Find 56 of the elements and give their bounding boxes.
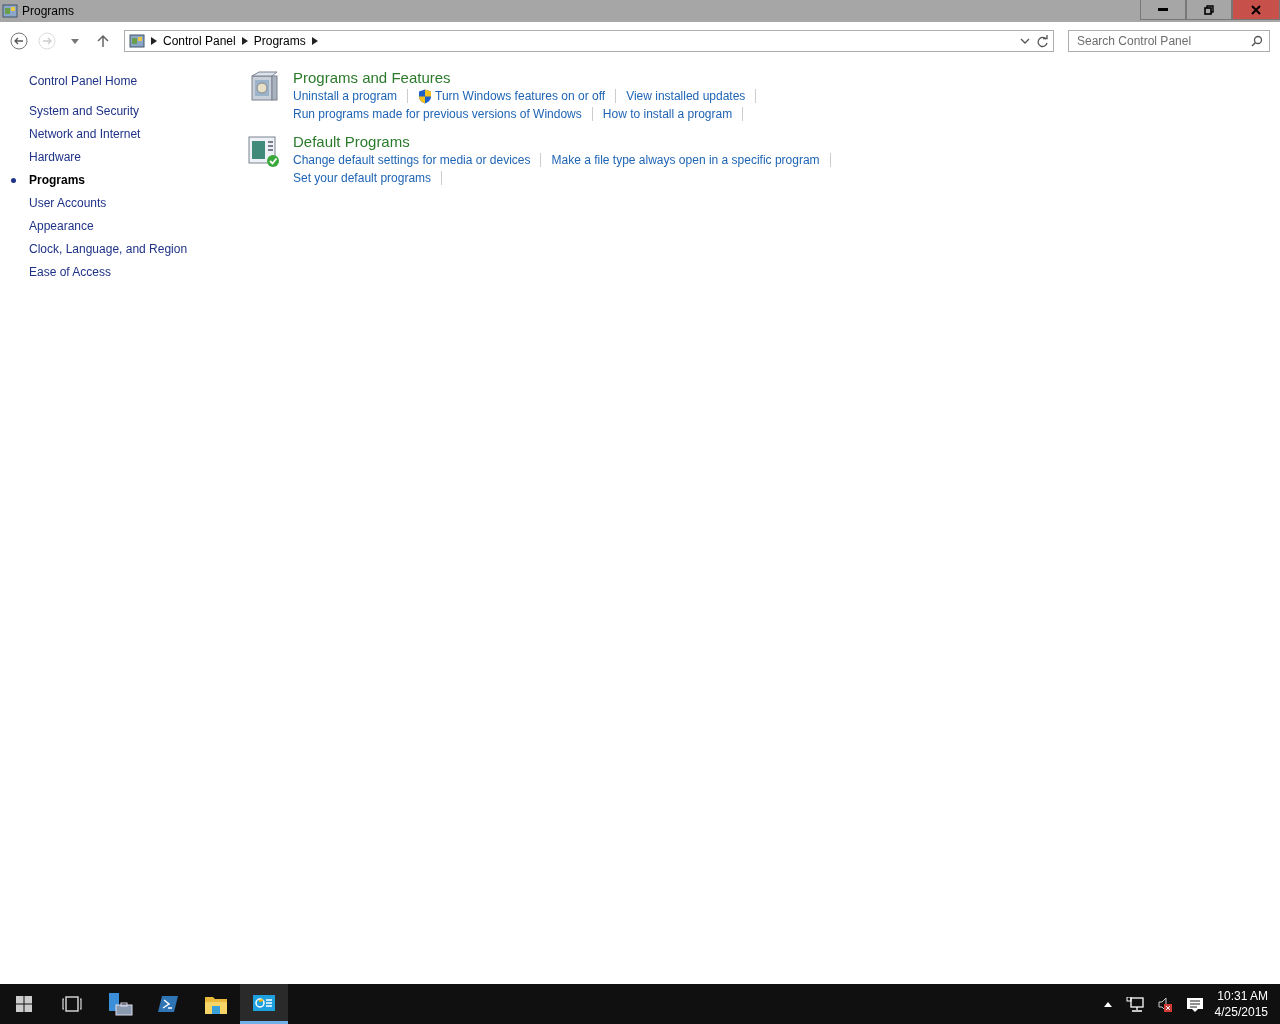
breadcrumb-item[interactable]: Control Panel [163,34,236,48]
default-programs-icon [247,134,281,168]
notifications-icon [1186,996,1203,1012]
window-title: Programs [22,4,75,18]
breadcrumb-arrow-icon [151,37,157,45]
minimize-button[interactable] [1140,0,1186,20]
task-link[interactable]: View installed updates [626,89,746,103]
back-button[interactable] [8,30,30,52]
category-title-link[interactable]: Programs and Features [293,68,451,87]
refresh-icon [1036,34,1049,48]
dropdown-caret-icon [1020,37,1030,45]
task-link[interactable]: How to install a program [602,107,733,121]
breadcrumb-arrow-icon [311,37,318,45]
breadcrumb-arrow-icon [241,37,248,45]
sidebar-item[interactable]: Network and Internet [11,127,141,142]
task-link[interactable]: Turn Windows features on or off [418,88,606,104]
clock-date: 4/25/2015 [1214,1004,1268,1020]
task-view-icon [62,996,82,1012]
clock-time: 10:31 AM [1217,988,1268,1004]
control-panel-icon [253,992,275,1013]
control-panel-button[interactable] [240,984,288,1024]
address-bar[interactable]: Control Panel Programs [124,30,1054,52]
restore-icon [1204,4,1214,15]
control-panel-icon [129,33,145,49]
sidebar-item[interactable]: System and Security [11,104,140,119]
search-field[interactable]: Search Control Panel [1068,30,1270,52]
show-hidden-icons-icon [1103,1001,1112,1007]
folder-icon [205,994,227,1014]
search-icon [1251,35,1263,47]
caret-icon [71,38,79,44]
task-link[interactable]: Make a file type always open in a specific program [551,153,820,167]
restore-button[interactable] [1186,0,1232,20]
close-button[interactable] [1232,0,1280,20]
task-link[interactable]: Change default settings for media or devices [293,153,531,167]
sidebar-item[interactable]: Programs [11,173,86,188]
control-panel-icon [2,3,18,19]
sidebar-link[interactable]: Control Panel Home [29,74,138,88]
network-icon [1125,996,1144,1012]
breadcrumb-item[interactable]: Programs [253,34,306,48]
windows-logo-icon [16,996,32,1012]
minimize-icon [1158,7,1168,12]
sidebar-item[interactable]: Ease of Access [11,265,112,280]
close-icon [1251,4,1261,15]
sidebar-item[interactable]: Appearance [11,219,94,234]
task-link[interactable]: Run programs made for previous versions of Windows [293,107,582,121]
task-link[interactable]: Uninstall a program [293,89,398,103]
sidebar-item[interactable]: Hardware [11,150,82,165]
sidebar-item[interactable]: User Accounts [11,196,107,211]
task-link[interactable]: Set your default programs [293,171,432,185]
server-toolbox-icon [107,992,133,1016]
category-title-link[interactable]: Default Programs [293,132,410,151]
sidebar-item[interactable]: Clock, Language, and Region [11,242,188,257]
terminal-icon [158,994,178,1014]
speaker-muted-icon [1157,996,1173,1012]
up-arrow-icon [96,34,110,48]
clock[interactable]: 10:31 AM 4/25/2015 [1214,988,1268,1020]
